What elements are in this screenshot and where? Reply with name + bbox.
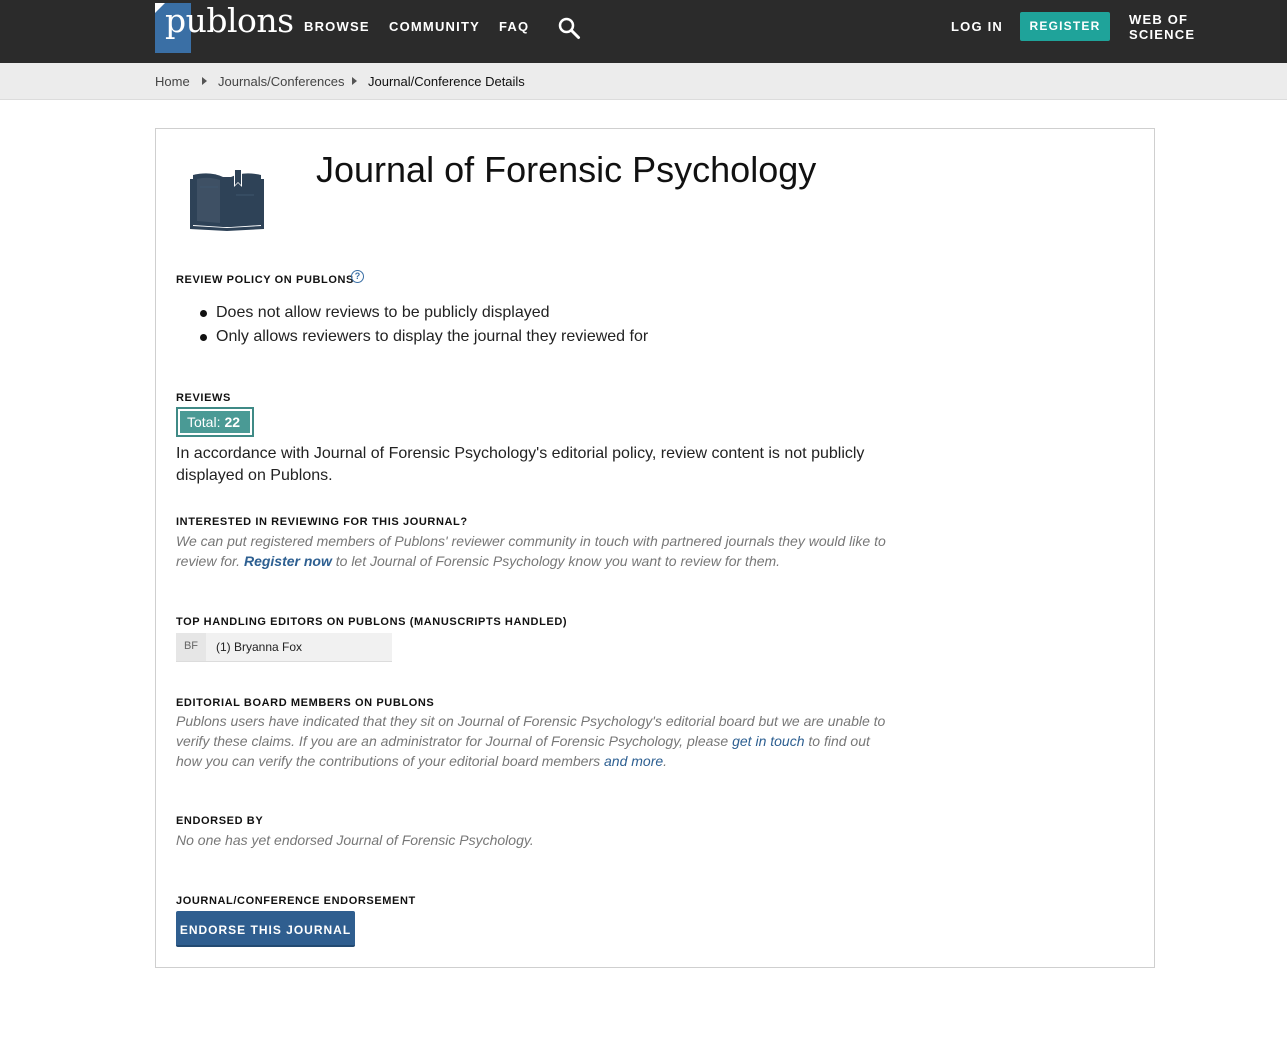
and-more-link[interactable]: and more [604,753,663,769]
publons-logo[interactable]: publons [155,1,294,53]
interested-text: We can put registered members of Publons… [176,531,896,571]
editor-name: (1) Bryanna Fox [216,640,303,654]
journal-title: Journal of Forensic Psychology [316,149,817,190]
breadcrumb-home[interactable]: Home [155,74,190,89]
login-link[interactable]: LOG IN [951,19,1003,34]
review-policy-label: REVIEW POLICY ON PUBLONS [176,274,354,286]
open-book-icon [190,169,264,231]
reviews-label: REVIEWS [176,392,231,404]
register-now-link[interactable]: Register now [244,553,332,569]
total-value: 22 [224,414,241,430]
get-in-touch-link[interactable]: get in touch [732,733,804,749]
reviews-note: In accordance with Journal of Forensic P… [176,445,865,484]
editor-avatar: BF [176,633,206,661]
wos-line-2: SCIENCE [1129,27,1196,42]
endorse-journal-button[interactable]: ENDORSE THIS JOURNAL [176,911,355,947]
list-item: Does not allow reviews to be publicly di… [200,301,648,325]
interested-label: INTERESTED IN REVIEWING FOR THIS JOURNAL… [176,516,468,528]
breadcrumb: Home Journals/Conferences Journal/Confer… [0,63,1287,100]
reviews-total-badge: Total: 22 [176,407,254,437]
web-of-science-link[interactable]: WEB OF SCIENCE [1129,12,1199,42]
board-label: EDITORIAL BOARD MEMBERS ON PUBLONS [176,697,435,709]
editor-row[interactable]: BF (1) Bryanna Fox [176,633,392,662]
register-button[interactable]: REGISTER [1020,12,1110,41]
logo-corner [155,3,165,13]
wos-line-1: WEB OF [1129,12,1189,27]
endorsement-label: JOURNAL/CONFERENCE ENDORSEMENT [176,895,416,907]
interested-text-after: to let Journal of Forensic Psychology kn… [331,553,781,569]
endorsed-label: ENDORSED BY [176,815,264,827]
breadcrumb-journals[interactable]: Journals/Conferences [218,74,344,89]
board-text-after: . [663,753,668,769]
nav-browse[interactable]: BROWSE [304,19,370,34]
breadcrumb-caret-icon [202,77,207,85]
journal-details-card: Journal of Forensic Psychology REVIEW PO… [155,128,1155,968]
top-navbar: publons BROWSE COMMUNITY FAQ LOG IN REGI… [0,0,1287,63]
nav-faq[interactable]: FAQ [499,19,529,34]
reviews-total-inner: Total: 22 [180,411,250,433]
review-policy-list: Does not allow reviews to be publicly di… [200,301,648,349]
breadcrumb-caret-icon [352,77,357,85]
total-label: Total: [187,414,221,430]
search-icon[interactable] [557,16,581,40]
board-text: Publons users have indicated that they s… [176,711,896,771]
list-item: Only allows reviewers to display the jou… [200,325,648,349]
editors-label: TOP HANDLING EDITORS ON PUBLONS (MANUSCR… [176,616,568,628]
nav-community[interactable]: COMMUNITY [389,19,480,34]
endorsed-text: No one has yet endorsed Journal of Foren… [176,832,534,848]
help-icon[interactable]: ? [351,270,364,283]
breadcrumb-current: Journal/Conference Details [368,74,525,89]
logo-text: publons [165,1,294,40]
